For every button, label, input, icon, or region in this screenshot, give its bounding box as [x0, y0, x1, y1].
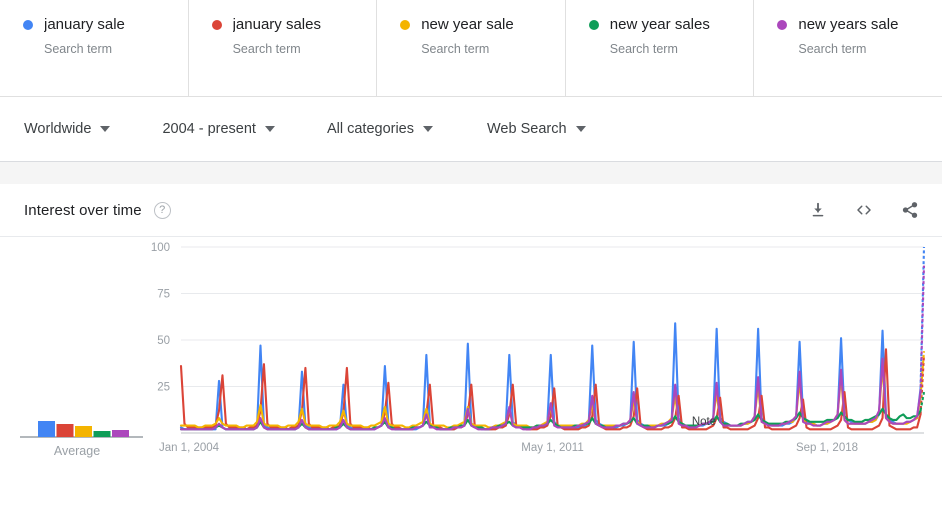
y-axis-tick: 25 — [157, 382, 170, 394]
filter-search-type[interactable]: Web Search — [487, 97, 586, 161]
average-label: Average — [54, 444, 100, 458]
search-term-type: Search term — [232, 42, 301, 56]
x-axis-tick: Sep 1, 2018 — [796, 442, 858, 454]
search-term-label: january sale — [44, 16, 125, 33]
average-bar — [112, 430, 129, 437]
legend-dot-icon — [23, 20, 33, 30]
interest-over-time-card: Interest over time ? 25 50 75 100 Jan 1,… — [0, 184, 942, 519]
legend-dot-icon — [400, 20, 411, 30]
filter-category[interactable]: All categories — [327, 97, 433, 161]
filter-time-range-label: 2004 - present — [162, 121, 256, 137]
filter-category-label: All categories — [326, 121, 414, 137]
chevron-down-icon — [575, 126, 586, 132]
search-term-type: Search term — [798, 42, 867, 56]
term-head: new year sales — [588, 16, 754, 34]
legend-dot-icon — [777, 20, 788, 30]
term-head: january sales — [211, 16, 377, 34]
average-bar — [38, 421, 55, 437]
download-icon[interactable] — [806, 198, 830, 222]
search-term-card-0[interactable]: january sale Search term — [0, 0, 189, 96]
average-bar — [75, 426, 92, 437]
search-term-type: Search term — [44, 42, 113, 56]
chevron-down-icon — [264, 126, 275, 132]
chart-area[interactable]: 25 50 75 100 Jan 1, 2004 May 1, 2011 Sep 1, 20… — [0, 237, 942, 518]
search-term-label: new year sales — [609, 16, 710, 33]
filter-bar: Worldwide 2004 - present All categories … — [0, 97, 942, 162]
x-axis-tick: May 1, 2011 — [521, 442, 583, 454]
note-annotation: Note — [692, 416, 716, 428]
y-axis-tick: 100 — [151, 242, 170, 254]
search-term-card-4[interactable]: new years sale Search term — [754, 0, 942, 96]
filter-time-range[interactable]: 2004 - present — [162, 97, 275, 161]
average-bar — [56, 424, 74, 437]
search-term-card-3[interactable]: new year sales Search term — [566, 0, 755, 96]
search-term-type: Search term — [421, 42, 490, 56]
filter-location[interactable]: Worldwide — [24, 97, 111, 161]
filter-location-label: Worldwide — [24, 121, 92, 137]
term-head: new years sale — [777, 16, 942, 34]
legend-dot-icon — [211, 20, 222, 30]
term-head: january sale — [23, 16, 188, 34]
legend-dot-icon — [588, 20, 599, 30]
search-term-type: Search term — [609, 42, 678, 56]
help-icon[interactable]: ? — [153, 201, 171, 219]
x-axis-tick: Jan 1, 2004 — [159, 442, 220, 454]
search-term-label: new year sale — [421, 16, 514, 33]
search-terms-legend: january sale Search term january sales S… — [0, 0, 942, 97]
embed-code-icon[interactable] — [852, 198, 876, 222]
search-term-card-2[interactable]: new year sale Search term — [377, 0, 566, 96]
card-header: Interest over time ? — [0, 184, 942, 237]
card-actions — [806, 198, 922, 222]
filter-search-type-label: Web Search — [487, 121, 567, 137]
search-term-label: new years sale — [798, 16, 899, 33]
average-bar — [93, 431, 111, 437]
search-term-card-1[interactable]: january sales Search term — [189, 0, 378, 96]
share-icon[interactable] — [898, 198, 922, 222]
interest-over-time-chart[interactable]: 25 50 75 100 Jan 1, 2004 May 1, 2011 Sep 1, 20… — [0, 237, 942, 518]
chevron-down-icon — [423, 126, 433, 132]
term-head: new year sale — [400, 16, 565, 34]
search-term-label: january sales — [232, 16, 321, 33]
y-axis-tick: 75 — [157, 289, 170, 301]
chevron-down-icon — [100, 126, 111, 132]
section-spacer — [0, 162, 942, 184]
y-axis-tick: 50 — [157, 335, 170, 347]
page-title: Interest over time — [24, 201, 142, 219]
